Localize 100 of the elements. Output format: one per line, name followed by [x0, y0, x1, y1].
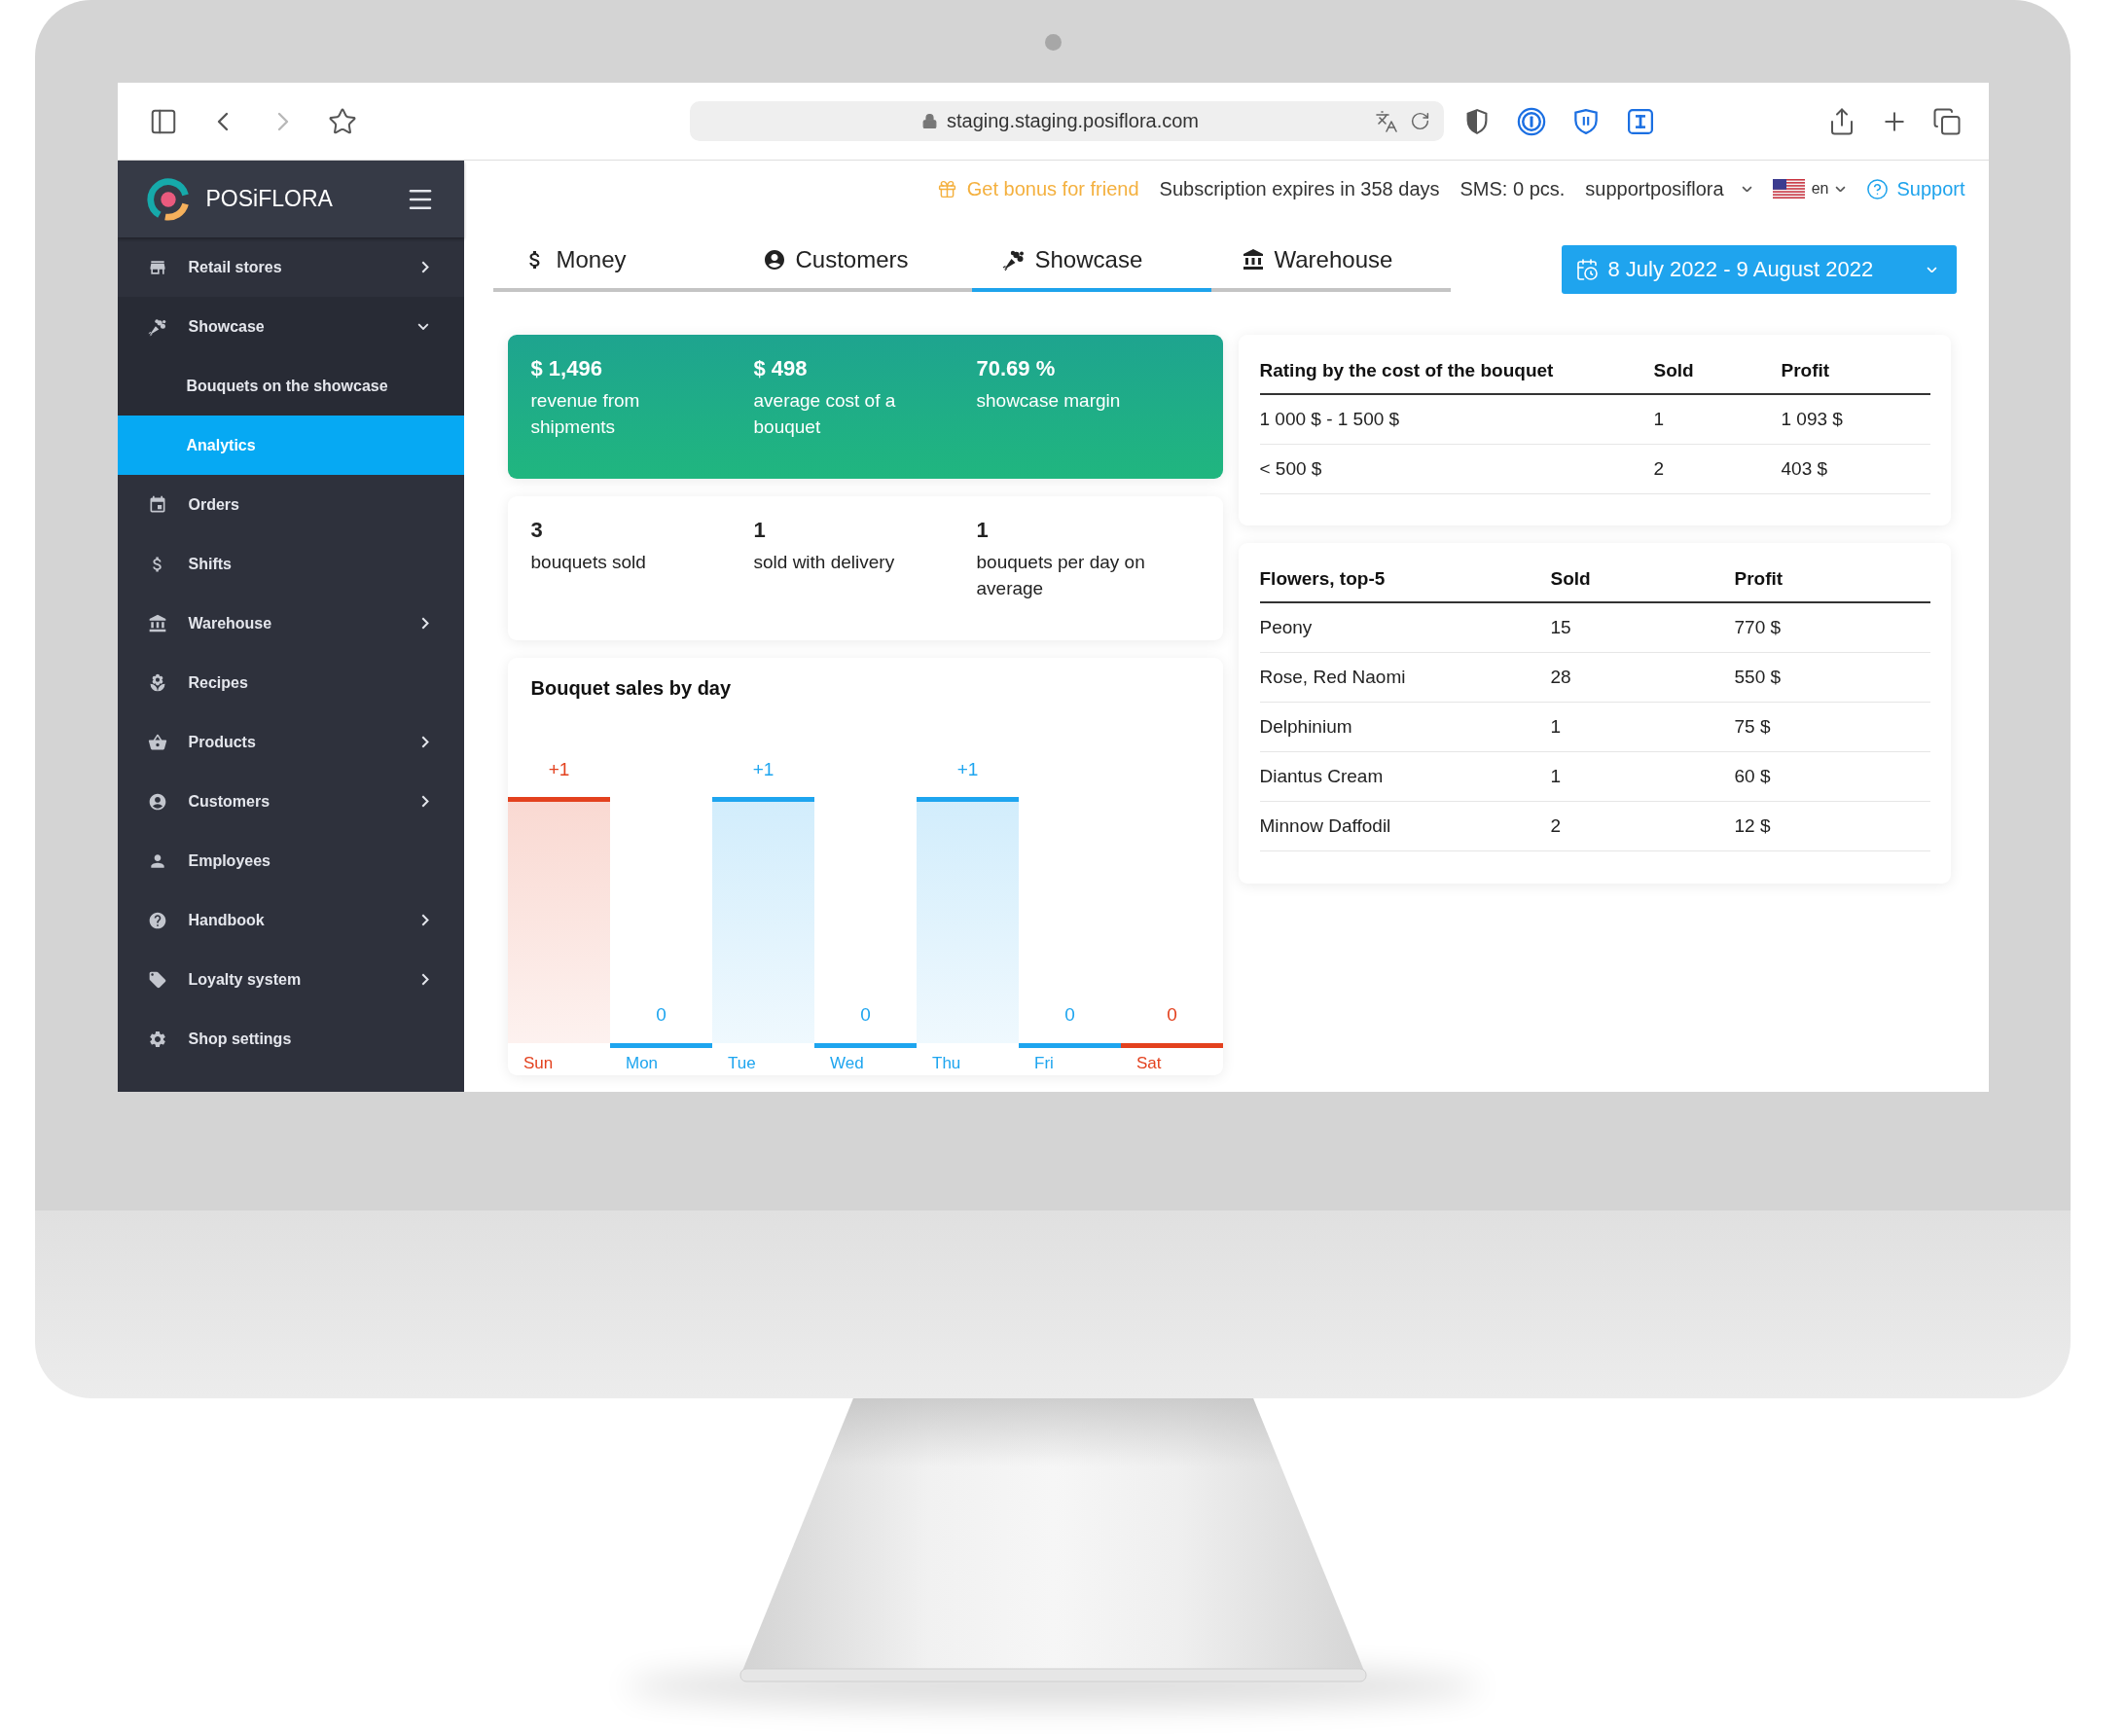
sidebar-item[interactable]: Retail stores	[117, 237, 464, 297]
logo-icon	[145, 176, 191, 222]
lock-icon	[920, 113, 938, 129]
brand-name: POSiFLORA	[205, 186, 333, 212]
table-cell: 75 $	[1734, 703, 1930, 752]
metric-label: average cost of a bouquet	[753, 389, 897, 439]
sidebar-item[interactable]: Shifts	[117, 534, 464, 594]
help-icon	[147, 910, 167, 930]
table-cell: 1	[1550, 703, 1735, 752]
sidebar-item[interactable]: Showcase	[117, 297, 464, 356]
metric-value: $ 498	[753, 355, 808, 382]
tabs-icon[interactable]	[1931, 106, 1962, 136]
chevron-right-icon	[420, 736, 429, 748]
sidebar-item[interactable]: Employees	[117, 831, 464, 890]
chevron-right-icon	[420, 617, 429, 630]
translate-icon[interactable]	[1374, 109, 1398, 133]
sms-balance-text: SMS: 0 pcs.	[1459, 177, 1566, 200]
sidebar-item[interactable]: Warehouse	[117, 594, 464, 653]
table-cell: 1	[1550, 752, 1735, 802]
sidebar-item[interactable]: Customers	[117, 772, 464, 831]
i-beam-icon[interactable]	[1625, 106, 1655, 136]
bank-icon	[147, 613, 167, 633]
metric-value: $ 1,496	[530, 355, 602, 382]
gift-icon	[936, 178, 957, 199]
metric-value: 1	[976, 517, 989, 544]
column-header: Rating by the cost of the bouquet	[1259, 348, 1654, 395]
reload-icon[interactable]	[1409, 111, 1430, 131]
settings-icon	[147, 1029, 167, 1049]
axis-label: Mon	[625, 1054, 658, 1072]
basket-icon	[147, 732, 167, 752]
column-header: Sold	[1550, 557, 1735, 603]
axis-label: Tue	[727, 1054, 756, 1072]
bar-value-label: +1	[752, 759, 774, 779]
bouquet-icon	[1001, 248, 1026, 271]
axis-label: Sun	[522, 1054, 553, 1072]
table-cell: 550 $	[1734, 653, 1930, 703]
table-cell: Rose, Red Naomi	[1259, 653, 1551, 703]
column-header: Flowers, top-5	[1259, 557, 1551, 603]
table-cell: 15	[1550, 603, 1735, 653]
metric-value: 3	[530, 517, 543, 544]
table-cell: Delphinium	[1259, 703, 1551, 752]
language-selector[interactable]: en	[1772, 179, 1847, 199]
account-menu[interactable]: supportposiflora	[1585, 177, 1752, 200]
axis-label: Fri	[1033, 1054, 1054, 1072]
url-text: staging.staging.posiflora.com	[946, 110, 1199, 132]
table-cell: 2	[1550, 802, 1735, 851]
table-cell: Minnow Daffodil	[1259, 802, 1551, 851]
table-cell: 403 $	[1781, 445, 1930, 494]
axis-label: Wed	[829, 1054, 864, 1072]
tab[interactable]: Customers	[732, 235, 972, 292]
ring-icon[interactable]	[1516, 106, 1546, 136]
metric-label: revenue from shipments	[530, 389, 641, 439]
chevron-down-icon	[1835, 185, 1847, 193]
bar-value-label: +1	[548, 759, 569, 779]
sidebar-subitem[interactable]: Bouquets on the showcase	[117, 356, 464, 416]
bar-value-label: 0	[655, 1004, 667, 1025]
bar-value-label: 0	[1063, 1004, 1075, 1025]
table-cell: < 500 $	[1259, 445, 1654, 494]
axis-label: Thu	[931, 1054, 960, 1072]
chevron-down-icon	[416, 322, 429, 331]
table-cell: Diantus Cream	[1259, 752, 1551, 802]
tab[interactable]: Money	[492, 235, 733, 292]
chevron-right-icon	[420, 914, 429, 926]
table-cell: 2	[1653, 445, 1782, 494]
address-bar[interactable]: staging.staging.posiflora.com	[689, 101, 1444, 141]
bar-value-label: 0	[1166, 1004, 1177, 1025]
metric-value: 70.69 %	[976, 355, 1056, 382]
tab[interactable]: Showcase	[971, 235, 1211, 292]
sidebar-item[interactable]: Products	[117, 712, 464, 772]
table-cell: Peony	[1259, 603, 1551, 653]
sidebar-item[interactable]: Recipes	[117, 653, 464, 712]
metric-value: 1	[753, 517, 766, 544]
metric-label: bouquets per day on average	[976, 551, 1146, 600]
sidebar-item[interactable]: Orders	[117, 475, 464, 534]
calendar-icon	[1574, 258, 1599, 281]
camera-dot	[1044, 34, 1062, 51]
bar-value-label: +1	[956, 759, 978, 779]
tag-icon	[147, 969, 167, 990]
chevron-right-icon	[420, 973, 429, 986]
bar-value-label: 0	[859, 1004, 871, 1025]
metric-label: bouquets sold	[530, 551, 646, 574]
column-header: Profit	[1781, 348, 1930, 395]
chevron-right-icon	[420, 795, 429, 808]
table-cell: 1 093 $	[1781, 395, 1930, 445]
axis-label: Sat	[1135, 1054, 1162, 1072]
star-icon[interactable]	[327, 106, 357, 136]
tab[interactable]: Warehouse	[1210, 235, 1451, 292]
table-cell: 28	[1550, 653, 1735, 703]
sidebar-item[interactable]: Loyalty system	[117, 950, 464, 1009]
chevron-down-icon	[1926, 266, 1937, 273]
table-cell: 60 $	[1734, 752, 1930, 802]
chevron-right-icon	[420, 261, 429, 273]
column-header: Profit	[1734, 557, 1930, 603]
bouquet-icon	[147, 316, 167, 337]
sidebar-item[interactable]: Shop settings	[117, 1009, 464, 1068]
table-cell: 12 $	[1734, 802, 1930, 851]
table-cell: 770 $	[1734, 603, 1930, 653]
sidebar-item[interactable]: Handbook	[117, 890, 464, 950]
subscription-text: Subscription expires in 358 days	[1159, 177, 1440, 200]
table-cell: 1	[1653, 395, 1782, 445]
